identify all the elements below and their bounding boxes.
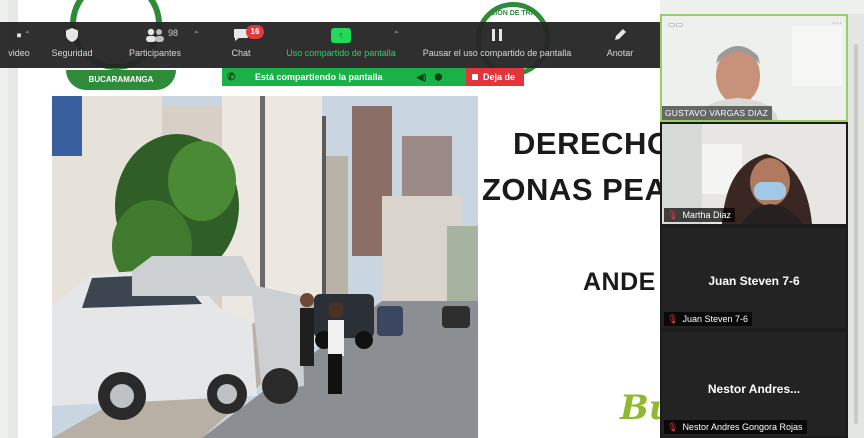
participants-options-caret[interactable]: ⌃	[193, 30, 200, 39]
sharing-status-bar: ✆ Está compartiendo la pantalla ◀) ⬢ Dej…	[222, 68, 524, 86]
video-icon: ▪	[16, 26, 22, 44]
logo-band: BUCARAMANGA	[66, 70, 176, 90]
participant-name: Juan Steven 7-6	[682, 314, 748, 324]
shield-small-icon[interactable]: ⬢	[434, 72, 442, 83]
video-button[interactable]: ▪ video	[2, 22, 36, 68]
logo-text-bottom: BUCARAMANGA	[88, 75, 154, 84]
participant-name: GUSTAVO VARGAS DIAZ	[665, 108, 768, 118]
shield-icon	[65, 22, 79, 48]
meeting-toolbar: ⌃ ▪ video Seguridad Participantes 98 ⌃ C…	[0, 22, 660, 68]
participants-video-panel: ▭▭ ⋯ GUSTAVO VARGAS DIAZ 🎙 Martha Diaz J…	[660, 14, 848, 438]
stop-share-label: Deja de	[483, 72, 516, 82]
participant-tile[interactable]: Juan Steven 7-6 🎙 Juan Steven 7-6	[660, 226, 848, 330]
pause-icon	[491, 22, 503, 48]
street-photo	[52, 96, 478, 438]
mic-muted-icon: 🎙	[667, 422, 679, 432]
chat-label: Chat	[231, 48, 251, 58]
share-screen-button[interactable]: ↑ Uso compartido de pantalla	[278, 22, 404, 68]
speaker-icon[interactable]: ◀)	[417, 72, 427, 83]
phone-icon: ✆	[227, 71, 236, 83]
more-options-icon[interactable]: ⋯	[832, 18, 842, 29]
participant-display-name: Nestor Andres...	[707, 382, 801, 396]
participant-display-name: Juan Steven 7-6	[708, 274, 800, 288]
scrollbar[interactable]	[854, 44, 858, 424]
participant-tile[interactable]: Nestor Andres... 🎙 Nestor Andres Gongora…	[660, 330, 848, 438]
participant-name-label: GUSTAVO VARGAS DIAZ	[662, 106, 772, 120]
security-button[interactable]: Seguridad	[46, 22, 98, 68]
participant-name-label: 🎙 Martha Diaz	[664, 208, 735, 222]
street-photo-drawing	[52, 96, 478, 438]
stop-icon	[472, 74, 478, 80]
participant-tile[interactable]: 🎙 Martha Diaz	[660, 122, 848, 226]
security-label: Seguridad	[51, 48, 93, 58]
annotate-label: Anotar	[606, 48, 634, 58]
zoom-window: CIÓN DE TRÁ BUCARAMANGA CIÓN DE TRÁ	[0, 0, 864, 438]
video-label: video	[8, 48, 30, 58]
participant-name-label: 🎙 Nestor Andres Gongora Rojas	[664, 420, 807, 434]
mic-muted-icon: 🎙	[667, 314, 679, 324]
annotate-button[interactable]: Anotar	[598, 22, 642, 68]
slide-title-line2: ZONAS PEA	[482, 172, 668, 207]
share-screen-label: Uso compartido de pantalla	[286, 48, 396, 58]
stop-share-button[interactable]: Deja de	[466, 68, 524, 86]
people-icon	[144, 22, 166, 48]
participant-name-label: 🎙 Juan Steven 7-6	[664, 312, 752, 326]
sharing-status-text: Está compartiendo la pantalla	[255, 72, 383, 82]
participants-button[interactable]: Participantes	[122, 22, 188, 68]
share-screen-icon: ↑	[331, 22, 351, 48]
chat-unread-badge: 16	[246, 25, 264, 39]
participant-tile[interactable]: ▭▭ ⋯ GUSTAVO VARGAS DIAZ	[660, 14, 848, 122]
share-options-caret[interactable]: ⌃	[393, 30, 400, 39]
pause-share-label: Pausar el uso compartido de pantalla	[422, 48, 572, 58]
participants-label: Participantes	[128, 48, 182, 58]
pen-icon	[613, 22, 627, 48]
participants-count: 98	[168, 28, 179, 38]
mic-muted-icon: 🎙	[667, 210, 679, 220]
participant-name: Nestor Andres Gongora Rojas	[682, 422, 803, 432]
right-edge	[848, 14, 864, 438]
tile-corner-mark: ▭▭	[668, 20, 684, 29]
logo-text-small: CIÓN DE TRÁ	[490, 10, 536, 17]
participant-video-gustavo	[662, 16, 846, 120]
participant-name: Martha Diaz	[682, 210, 731, 220]
pause-share-button[interactable]: Pausar el uso compartido de pantalla	[414, 22, 580, 68]
